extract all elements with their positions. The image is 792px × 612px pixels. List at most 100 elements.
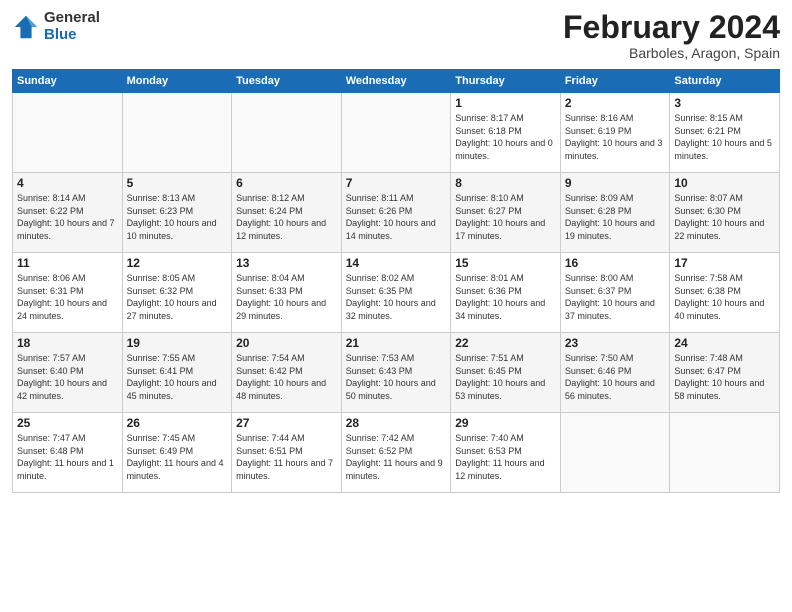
month-title: February 2024 xyxy=(563,10,780,45)
day-info: Sunrise: 8:04 AM Sunset: 6:33 PM Dayligh… xyxy=(236,272,337,322)
day-info: Sunrise: 7:48 AM Sunset: 6:47 PM Dayligh… xyxy=(674,352,775,402)
day-number: 29 xyxy=(455,416,556,430)
day-info: Sunrise: 7:53 AM Sunset: 6:43 PM Dayligh… xyxy=(346,352,447,402)
day-number: 10 xyxy=(674,176,775,190)
calendar-cell: 2Sunrise: 8:16 AM Sunset: 6:19 PM Daylig… xyxy=(560,93,670,173)
logo-icon xyxy=(12,13,40,41)
calendar-cell: 24Sunrise: 7:48 AM Sunset: 6:47 PM Dayli… xyxy=(670,333,780,413)
day-number: 8 xyxy=(455,176,556,190)
calendar-cell xyxy=(13,93,123,173)
day-number: 18 xyxy=(17,336,118,350)
calendar-cell: 11 Sunrise: 8:06 AM Sunset: 6:31 PM Dayli… xyxy=(13,253,123,333)
calendar-cell: 20 Sunrise: 7:54 AM Sunset: 6:42 PM Dayli… xyxy=(232,333,342,413)
calendar-week-0: 1 Sunrise: 8:17 AM Sunset: 6:18 PM Daylig… xyxy=(13,93,780,173)
calendar-cell xyxy=(670,413,780,493)
logo-text: General Blue xyxy=(44,10,100,43)
day-info: Sunrise: 8:14 AM Sunset: 6:22 PM Dayligh… xyxy=(17,192,118,242)
logo-blue: Blue xyxy=(44,27,100,44)
day-number: 9 xyxy=(565,176,666,190)
th-monday: Monday xyxy=(122,70,232,93)
th-thursday: Thursday xyxy=(451,70,561,93)
calendar-week-4: 25Sunrise: 7:47 AM Sunset: 6:48 PM Dayli… xyxy=(13,413,780,493)
day-info: Sunrise: 8:12 AM Sunset: 6:24 PM Dayligh… xyxy=(236,192,337,242)
calendar-cell: 7 Sunrise: 8:11 AM Sunset: 6:26 PM Daylig… xyxy=(341,173,451,253)
day-info: Sunrise: 7:51 AM Sunset: 6:45 PM Dayligh… xyxy=(455,352,556,402)
calendar-cell: 1 Sunrise: 8:17 AM Sunset: 6:18 PM Daylig… xyxy=(451,93,561,173)
calendar-cell: 23 Sunrise: 7:50 AM Sunset: 6:46 PM Dayli… xyxy=(560,333,670,413)
th-friday: Friday xyxy=(560,70,670,93)
day-info: Sunrise: 7:42 AM Sunset: 6:52 PM Dayligh… xyxy=(346,432,447,482)
calendar-cell: 19 Sunrise: 7:55 AM Sunset: 6:41 PM Dayli… xyxy=(122,333,232,413)
day-info: Sunrise: 7:55 AM Sunset: 6:41 PM Dayligh… xyxy=(127,352,228,402)
calendar-cell: 26Sunrise: 7:45 AM Sunset: 6:49 PM Dayli… xyxy=(122,413,232,493)
th-sunday: Sunday xyxy=(13,70,123,93)
calendar-cell: 28 Sunrise: 7:42 AM Sunset: 6:52 PM Dayli… xyxy=(341,413,451,493)
day-info: Sunrise: 8:06 AM Sunset: 6:31 PM Dayligh… xyxy=(17,272,118,322)
calendar-cell: 22 Sunrise: 7:51 AM Sunset: 6:45 PM Dayli… xyxy=(451,333,561,413)
day-info: Sunrise: 8:10 AM Sunset: 6:27 PM Dayligh… xyxy=(455,192,556,242)
day-number: 4 xyxy=(17,176,118,190)
day-number: 28 xyxy=(346,416,447,430)
day-info: Sunrise: 8:07 AM Sunset: 6:30 PM Dayligh… xyxy=(674,192,775,242)
header-row: Sunday Monday Tuesday Wednesday Thursday… xyxy=(13,70,780,93)
day-info: Sunrise: 8:01 AM Sunset: 6:36 PM Dayligh… xyxy=(455,272,556,322)
day-info: Sunrise: 8:17 AM Sunset: 6:18 PM Dayligh… xyxy=(455,112,556,162)
location: Barboles, Aragon, Spain xyxy=(563,45,780,61)
calendar-table: Sunday Monday Tuesday Wednesday Thursday… xyxy=(12,69,780,493)
day-number: 20 xyxy=(236,336,337,350)
day-number: 12 xyxy=(127,256,228,270)
calendar-cell: 10 Sunrise: 8:07 AM Sunset: 6:30 PM Dayli… xyxy=(670,173,780,253)
day-info: Sunrise: 8:00 AM Sunset: 6:37 PM Dayligh… xyxy=(565,272,666,322)
day-number: 13 xyxy=(236,256,337,270)
day-info: Sunrise: 7:40 AM Sunset: 6:53 PM Dayligh… xyxy=(455,432,556,482)
day-number: 22 xyxy=(455,336,556,350)
calendar-cell xyxy=(341,93,451,173)
calendar-cell: 5Sunrise: 8:13 AM Sunset: 6:23 PM Daylig… xyxy=(122,173,232,253)
day-number: 1 xyxy=(455,96,556,110)
logo: General Blue xyxy=(12,10,100,43)
calendar-cell: 8 Sunrise: 8:10 AM Sunset: 6:27 PM Daylig… xyxy=(451,173,561,253)
day-info: Sunrise: 8:13 AM Sunset: 6:23 PM Dayligh… xyxy=(127,192,228,242)
day-info: Sunrise: 7:47 AM Sunset: 6:48 PM Dayligh… xyxy=(17,432,118,482)
day-number: 3 xyxy=(674,96,775,110)
calendar-cell: 18 Sunrise: 7:57 AM Sunset: 6:40 PM Dayli… xyxy=(13,333,123,413)
calendar-cell xyxy=(232,93,342,173)
day-number: 15 xyxy=(455,256,556,270)
day-info: Sunrise: 7:54 AM Sunset: 6:42 PM Dayligh… xyxy=(236,352,337,402)
title-section: February 2024 Barboles, Aragon, Spain xyxy=(563,10,780,61)
day-info: Sunrise: 8:09 AM Sunset: 6:28 PM Dayligh… xyxy=(565,192,666,242)
day-info: Sunrise: 7:45 AM Sunset: 6:49 PM Dayligh… xyxy=(127,432,228,482)
calendar-cell: 16 Sunrise: 8:00 AM Sunset: 6:37 PM Dayli… xyxy=(560,253,670,333)
day-info: Sunrise: 8:02 AM Sunset: 6:35 PM Dayligh… xyxy=(346,272,447,322)
day-info: Sunrise: 7:50 AM Sunset: 6:46 PM Dayligh… xyxy=(565,352,666,402)
calendar-cell: 13 Sunrise: 8:04 AM Sunset: 6:33 PM Dayli… xyxy=(232,253,342,333)
day-info: Sunrise: 8:05 AM Sunset: 6:32 PM Dayligh… xyxy=(127,272,228,322)
day-number: 17 xyxy=(674,256,775,270)
day-info: Sunrise: 7:57 AM Sunset: 6:40 PM Dayligh… xyxy=(17,352,118,402)
day-number: 23 xyxy=(565,336,666,350)
calendar-week-3: 18 Sunrise: 7:57 AM Sunset: 6:40 PM Dayli… xyxy=(13,333,780,413)
day-info: Sunrise: 8:15 AM Sunset: 6:21 PM Dayligh… xyxy=(674,112,775,162)
th-saturday: Saturday xyxy=(670,70,780,93)
day-number: 14 xyxy=(346,256,447,270)
day-number: 11 xyxy=(17,256,118,270)
calendar-cell: 12 Sunrise: 8:05 AM Sunset: 6:32 PM Dayli… xyxy=(122,253,232,333)
logo-general: General xyxy=(44,10,100,27)
calendar-week-2: 11 Sunrise: 8:06 AM Sunset: 6:31 PM Dayli… xyxy=(13,253,780,333)
day-info: Sunrise: 8:16 AM Sunset: 6:19 PM Dayligh… xyxy=(565,112,666,162)
day-info: Sunrise: 8:11 AM Sunset: 6:26 PM Dayligh… xyxy=(346,192,447,242)
calendar-cell: 4 Sunrise: 8:14 AM Sunset: 6:22 PM Daylig… xyxy=(13,173,123,253)
calendar-cell: 25Sunrise: 7:47 AM Sunset: 6:48 PM Dayli… xyxy=(13,413,123,493)
day-number: 6 xyxy=(236,176,337,190)
header: General Blue February 2024 Barboles, Ara… xyxy=(12,10,780,61)
calendar-cell: 14 Sunrise: 8:02 AM Sunset: 6:35 PM Dayli… xyxy=(341,253,451,333)
calendar-cell: 21Sunrise: 7:53 AM Sunset: 6:43 PM Dayli… xyxy=(341,333,451,413)
calendar-cell xyxy=(122,93,232,173)
calendar-cell: 29 Sunrise: 7:40 AM Sunset: 6:53 PM Dayli… xyxy=(451,413,561,493)
th-wednesday: Wednesday xyxy=(341,70,451,93)
day-number: 7 xyxy=(346,176,447,190)
day-number: 19 xyxy=(127,336,228,350)
day-info: Sunrise: 7:58 AM Sunset: 6:38 PM Dayligh… xyxy=(674,272,775,322)
calendar-cell: 9 Sunrise: 8:09 AM Sunset: 6:28 PM Daylig… xyxy=(560,173,670,253)
day-number: 16 xyxy=(565,256,666,270)
